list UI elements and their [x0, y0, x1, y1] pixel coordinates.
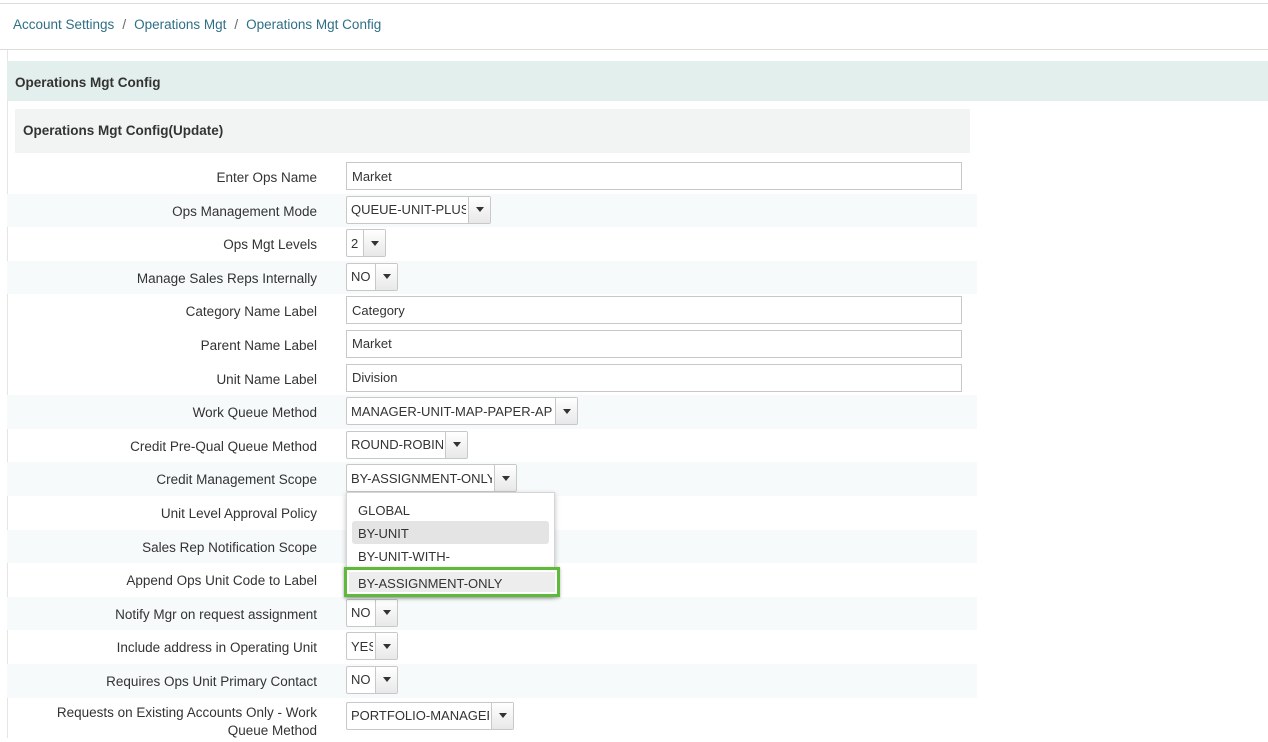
credit-management-scope-dropdown: GLOBAL BY-UNIT BY-UNIT-WITH-REASSIGNMENT…: [344, 492, 560, 597]
form-row-credit-prequal-queue-method: Credit Pre-Qual Queue Method ROUND-ROBIN: [7, 429, 977, 463]
notify-mgr-label: Notify Mgr on request assignment: [115, 606, 317, 622]
notify-mgr-select[interactable]: NO: [346, 598, 398, 627]
select-value: BY-ASSIGNMENT-ONLY: [351, 470, 493, 486]
ops-management-mode-select[interactable]: QUEUE-UNIT-PLUS: [346, 195, 491, 224]
form-row-ops-mgt-levels: Ops Mgt Levels 2: [7, 227, 977, 261]
form-row-requires-primary-contact: Requires Ops Unit Primary Contact NO: [7, 663, 977, 698]
select-value: YES: [351, 638, 373, 654]
category-name-label-label: Category Name Label: [185, 304, 317, 320]
chevron-down-icon[interactable]: [375, 263, 397, 290]
chevron-down-icon[interactable]: [445, 431, 467, 458]
manage-sales-reps-label: Manage Sales Reps Internally: [136, 270, 317, 286]
form-row-category-name-label: Category Name Label: [7, 294, 977, 328]
form-title: Operations Mgt Config(Update): [15, 109, 970, 153]
panel-title: Operations Mgt Config: [7, 61, 1268, 101]
breadcrumb-separator: /: [234, 17, 239, 32]
config-form: Enter Ops Name Ops Management Mode QUEUE…: [7, 160, 977, 742]
chevron-down-icon[interactable]: [468, 196, 490, 223]
unit-name-label-input[interactable]: [346, 363, 962, 392]
work-queue-method-label: Work Queue Method: [192, 405, 317, 421]
breadcrumb-operations-mgt[interactable]: Operations Mgt: [134, 17, 226, 32]
chevron-down-icon[interactable]: [555, 398, 577, 425]
dropdown-option-by-unit-with-reassignment[interactable]: BY-UNIT-WITH-REASSIGNMENT: [352, 544, 549, 579]
select-value: MANAGER-UNIT-MAP-PAPER-APP: [351, 403, 554, 419]
form-row-work-queue-method: Work Queue Method MANAGER-UNIT-MAP-PAPER…: [7, 395, 977, 429]
category-name-label-input[interactable]: [346, 296, 962, 325]
select-value: ROUND-ROBIN: [351, 437, 444, 453]
credit-management-scope-label: Credit Management Scope: [156, 472, 317, 488]
select-value: NO: [351, 269, 371, 285]
chevron-down-icon[interactable]: [491, 702, 513, 729]
breadcrumb: Account Settings / Operations Mgt / Operatio…: [13, 17, 381, 32]
breadcrumb-separator: /: [122, 17, 127, 32]
breadcrumb-divider: [0, 49, 1268, 50]
existing-accounts-queue-method-label: Requests on Existing Accounts Only - Wor…: [56, 704, 317, 738]
form-row-existing-accounts-queue-method: Requests on Existing Accounts Only - Wor…: [7, 698, 977, 742]
select-value: PORTFOLIO-MANAGER: [351, 708, 490, 723]
dropdown-option-global[interactable]: GLOBAL: [352, 498, 549, 521]
work-queue-method-select[interactable]: MANAGER-UNIT-MAP-PAPER-APP: [346, 397, 578, 426]
chevron-down-icon[interactable]: [363, 230, 385, 257]
chevron-down-icon[interactable]: [375, 599, 397, 626]
select-value: NO: [351, 605, 371, 621]
form-row-credit-management-scope: Credit Management Scope BY-ASSIGNMENT-ON…: [7, 462, 977, 496]
ops-mgt-levels-select[interactable]: 2: [346, 229, 386, 258]
select-value: 2: [351, 235, 359, 251]
ops-name-input[interactable]: [346, 162, 962, 190]
dropdown-option-by-assignment-only[interactable]: BY-ASSIGNMENT-ONLY: [344, 567, 560, 597]
credit-prequal-queue-method-label: Credit Pre-Qual Queue Method: [130, 438, 317, 454]
select-value: NO: [351, 672, 371, 688]
credit-prequal-queue-method-select[interactable]: ROUND-ROBIN: [346, 430, 468, 459]
dropdown-option-label: BY-ASSIGNMENT-ONLY: [358, 576, 503, 591]
unit-name-label-label: Unit Name Label: [216, 371, 317, 387]
top-border: [0, 3, 1268, 4]
form-row-include-address: Include address in Operating Unit YES: [7, 630, 977, 664]
unit-level-approval-policy-label: Unit Level Approval Policy: [160, 505, 317, 521]
manage-sales-reps-select[interactable]: NO: [346, 262, 398, 291]
ops-management-mode-label: Ops Management Mode: [172, 203, 317, 219]
select-value: QUEUE-UNIT-PLUS: [351, 202, 467, 218]
existing-accounts-queue-method-select[interactable]: PORTFOLIO-MANAGER: [346, 701, 514, 730]
form-row-manage-sales-reps: Manage Sales Reps Internally NO: [7, 260, 977, 295]
sales-rep-notification-scope-label: Sales Rep Notification Scope: [142, 539, 317, 555]
chevron-down-icon[interactable]: [375, 633, 397, 660]
breadcrumb-account-settings[interactable]: Account Settings: [13, 17, 114, 32]
chevron-down-icon[interactable]: [494, 465, 516, 492]
form-row-ops-name: Enter Ops Name: [7, 160, 977, 194]
requires-primary-contact-select[interactable]: NO: [346, 665, 398, 694]
form-row-ops-management-mode: Ops Management Mode QUEUE-UNIT-PLUS: [7, 193, 977, 228]
include-address-label: Include address in Operating Unit: [116, 640, 317, 656]
append-ops-unit-code-label: Append Ops Unit Code to Label: [126, 573, 317, 589]
parent-name-label-label: Parent Name Label: [200, 337, 317, 353]
credit-management-scope-select[interactable]: BY-ASSIGNMENT-ONLY: [346, 464, 517, 493]
chevron-down-icon[interactable]: [375, 666, 397, 693]
include-address-select[interactable]: YES: [346, 632, 398, 661]
form-row-notify-mgr: Notify Mgr on request assignment NO: [7, 596, 977, 631]
form-row-parent-name-label: Parent Name Label: [7, 328, 977, 362]
parent-name-label-input[interactable]: [346, 329, 962, 358]
dropdown-option-by-unit[interactable]: BY-UNIT: [352, 521, 549, 544]
breadcrumb-operations-mgt-config[interactable]: Operations Mgt Config: [246, 17, 381, 32]
ops-mgt-levels-label: Ops Mgt Levels: [223, 237, 317, 253]
requires-primary-contact-label: Requires Ops Unit Primary Contact: [106, 673, 317, 689]
ops-name-label: Enter Ops Name: [216, 170, 317, 185]
form-row-unit-name-label: Unit Name Label: [7, 362, 977, 396]
